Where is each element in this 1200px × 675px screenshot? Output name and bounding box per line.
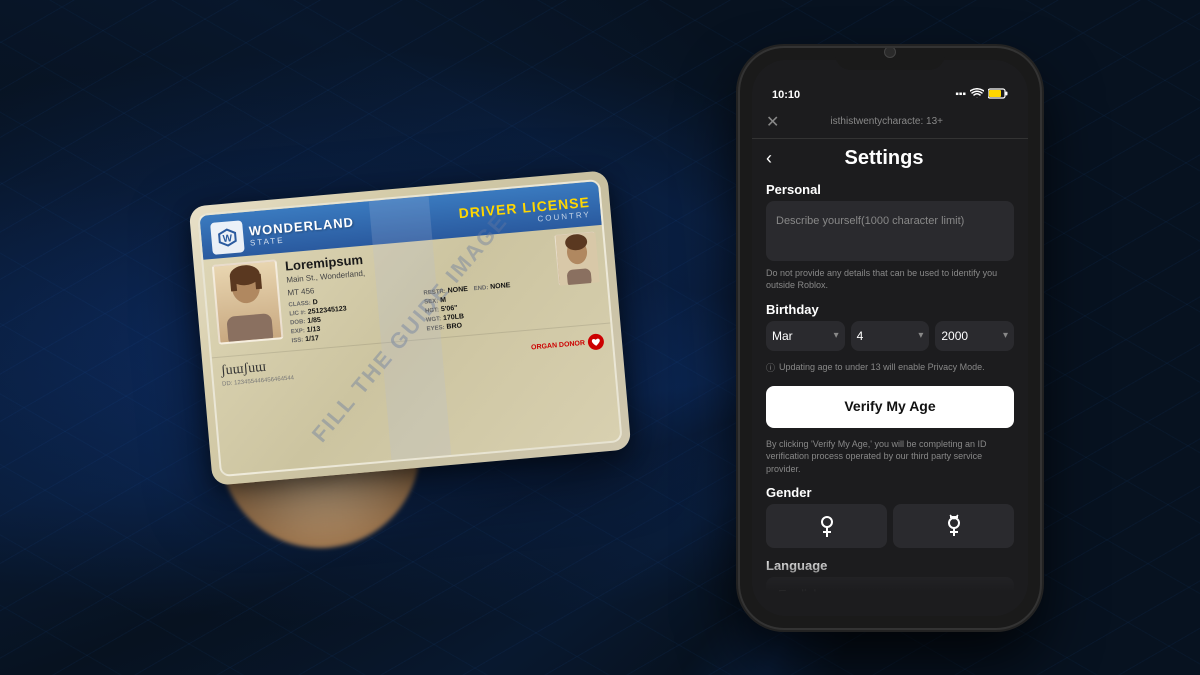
info-icon: ⓘ xyxy=(766,361,775,374)
app-header-title: isthistwentycharacte: 13+ xyxy=(830,116,943,127)
card-signature-area: ʃuɯʃuɯ DD: 123455446456464544 xyxy=(220,355,294,387)
main-content: Fill the guide image W WONDERLAND STATE xyxy=(0,0,1200,675)
birthday-day-select[interactable]: 4 ▾ xyxy=(851,321,930,351)
birthday-year-value: 2000 xyxy=(941,329,968,343)
verify-age-label: Verify My Age xyxy=(844,398,935,414)
card-title-area: Driver License COUNTRY xyxy=(458,193,591,229)
phone-power-button xyxy=(1040,168,1044,218)
organ-donor-badge: ORGAN DONOR xyxy=(530,333,604,355)
phone-notch xyxy=(835,48,945,70)
verify-note: By clicking 'Verify My Age,' you will be… xyxy=(752,432,1028,482)
birthday-year-chevron: ▾ xyxy=(1003,330,1008,341)
gender-male-button[interactable] xyxy=(766,504,887,548)
battery-icon xyxy=(988,88,1008,102)
describe-yourself-field[interactable]: Describe yourself(1000 character limit) xyxy=(766,201,1014,261)
age-note-text: Updating age to under 13 will enable Pri… xyxy=(779,362,985,372)
gender-label: Gender xyxy=(752,481,1028,504)
phone-screen: 10:10 ▪▪▪ xyxy=(752,60,1028,616)
id-card-area: Fill the guide image W WONDERLAND STATE xyxy=(160,128,660,548)
age-note: ⓘ Updating age to under 13 will enable P… xyxy=(752,357,1028,382)
signal-icon: ▪▪▪ xyxy=(955,89,966,100)
close-button[interactable]: ✕ xyxy=(766,112,779,132)
birthday-year-select[interactable]: 2000 ▾ xyxy=(935,321,1014,351)
settings-title: Settings xyxy=(782,147,986,170)
male-icon xyxy=(817,514,837,538)
birthday-month-select[interactable]: Mar ▾ xyxy=(766,321,845,351)
status-icons: ▪▪▪ xyxy=(955,88,1008,102)
organ-donor-text: ORGAN DONOR xyxy=(531,339,585,351)
card-small-photo xyxy=(554,231,598,284)
verify-age-button[interactable]: Verify My Age xyxy=(766,386,1014,428)
status-time: 10:10 xyxy=(772,89,800,101)
privacy-note: Do not provide any details that can be u… xyxy=(752,261,1028,298)
gender-nonbinary-button[interactable] xyxy=(893,504,1014,548)
nonbinary-icon xyxy=(943,514,965,538)
birthday-label: Birthday xyxy=(752,298,1028,321)
id-card-inner: Fill the guide image W WONDERLAND STATE xyxy=(197,178,622,476)
screen-bottom-fade xyxy=(752,556,1028,616)
gender-row xyxy=(752,504,1028,554)
birthday-day-chevron: ▾ xyxy=(918,330,923,341)
card-info: Loremipsum Main St., Wonderland, MT 456 … xyxy=(284,235,553,344)
card-logo: W xyxy=(210,220,245,255)
phone-container: 10:10 ▪▪▪ xyxy=(740,48,1040,628)
personal-section-label: Personal xyxy=(752,174,1028,201)
birthday-day-value: 4 xyxy=(857,329,864,343)
birthday-row: Mar ▾ 4 ▾ 2000 ▾ xyxy=(752,321,1028,351)
settings-header: ‹ Settings xyxy=(752,139,1028,174)
phone-front-camera xyxy=(884,48,896,58)
card-state-info: WONDERLAND STATE xyxy=(248,214,355,247)
birthday-month-chevron: ▾ xyxy=(834,330,839,341)
app-header: ✕ isthistwentycharacte: 13+ xyxy=(752,106,1028,139)
phone-frame: 10:10 ▪▪▪ xyxy=(740,48,1040,628)
describe-placeholder: Describe yourself(1000 character limit) xyxy=(776,215,964,227)
wifi-icon xyxy=(970,88,984,102)
card-photo xyxy=(212,259,284,344)
organ-donor-heart xyxy=(587,333,604,350)
svg-text:W: W xyxy=(222,233,233,245)
id-card: Fill the guide image W WONDERLAND STATE xyxy=(189,170,632,486)
birthday-month-value: Mar xyxy=(772,329,793,343)
back-button[interactable]: ‹ xyxy=(766,148,772,169)
